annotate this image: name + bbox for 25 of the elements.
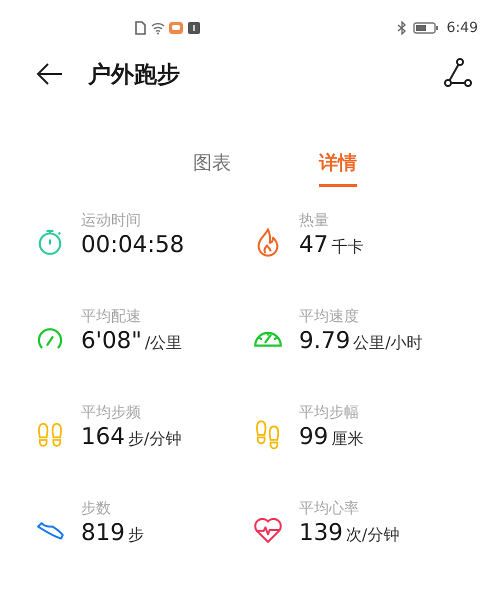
metric-value: 819 步 [81,520,144,546]
metric-label: 平均配速 [81,307,142,326]
metric-value: 9.79 公里/小时 [299,328,423,354]
metric-value: 164 步/分钟 [81,424,182,450]
message-icon [169,21,183,35]
metric-label: 步数 [81,499,112,518]
metric-value: 139 次/分钟 [299,520,400,546]
sim-icon [133,21,147,35]
page-title: 户外跑步 [88,60,181,90]
metric-label: 平均步频 [81,403,142,422]
metric-label: 热量 [299,211,330,230]
metric-value: 47 千卡 [299,232,364,258]
metric-value: 6'08"/公里 [81,328,182,354]
notification-icon [187,21,201,35]
status-time: 6:49 [446,20,478,36]
metric-value: 99 厘米 [299,424,364,450]
tab[interactable]: 详情 [319,150,357,187]
metric-label: 运动时间 [81,211,142,230]
battery-icon [412,22,439,34]
metric-label: 平均步幅 [299,403,360,422]
wifi-icon [151,21,165,35]
metric-label: 平均速度 [299,307,360,326]
metric-label: 平均心率 [299,499,360,518]
metric-value: 00:04:58 [81,232,184,258]
tab[interactable]: 图表 [193,150,231,187]
